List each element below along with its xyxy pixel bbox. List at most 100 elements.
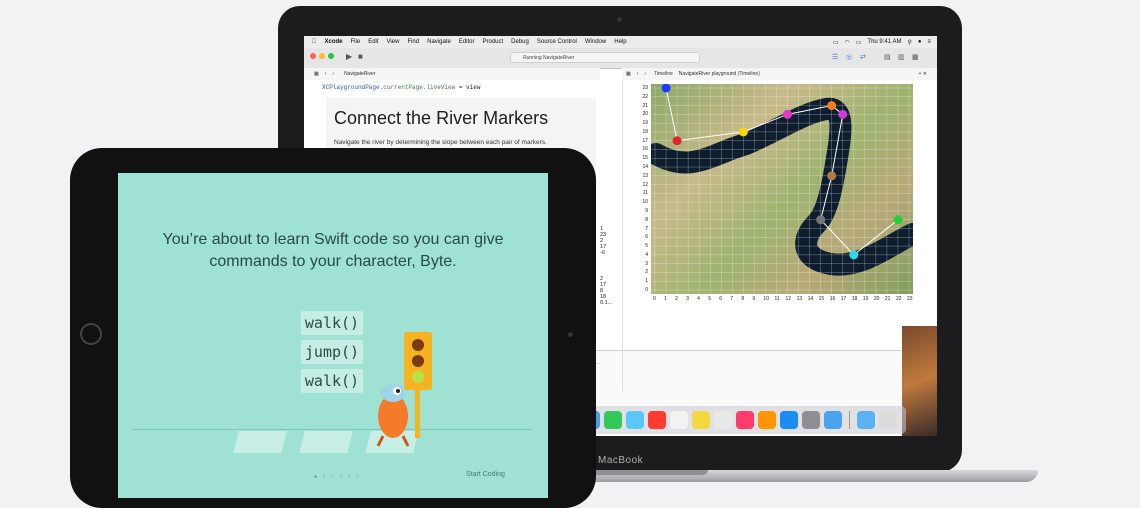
- editor-version-icon[interactable]: ⇄: [860, 53, 866, 61]
- command-walk[interactable]: walk(): [301, 311, 363, 335]
- grid-icon[interactable]: ▦: [626, 71, 631, 77]
- river-marker[interactable]: [827, 171, 837, 181]
- navigator-toggle-icon[interactable]: ▤: [884, 53, 891, 61]
- airplay-icon[interactable]: ▭: [833, 39, 839, 46]
- system-preferences-icon[interactable]: [802, 411, 820, 429]
- river-marker[interactable]: [783, 109, 793, 119]
- y-tick-label: 4: [645, 251, 648, 258]
- battery-icon[interactable]: ▭: [856, 39, 862, 46]
- menu-clock[interactable]: Thu 9:41 AM: [867, 39, 901, 45]
- menu-navigate[interactable]: Navigate: [427, 39, 451, 45]
- menu-source-control[interactable]: Source Control: [537, 39, 577, 45]
- river-marker[interactable]: [893, 215, 903, 225]
- menu-window[interactable]: Window: [585, 39, 606, 45]
- playground-crumb[interactable]: NavigateRiver playground (Timeline): [679, 71, 760, 77]
- x-tick-label: 22: [895, 296, 902, 302]
- menu-find[interactable]: Find: [407, 39, 419, 45]
- notes-icon[interactable]: [692, 411, 710, 429]
- search-icon[interactable]: ⚲: [907, 39, 911, 46]
- menu-file[interactable]: File: [351, 39, 361, 45]
- y-tick-label: 7: [645, 225, 648, 232]
- grid-icon[interactable]: ▦: [314, 71, 319, 77]
- back-icon[interactable]: ‹: [325, 71, 327, 77]
- close-button[interactable]: [310, 53, 316, 59]
- facetime-icon[interactable]: [604, 411, 622, 429]
- command-walk[interactable]: walk(): [301, 369, 363, 393]
- minimize-button[interactable]: [319, 53, 325, 59]
- river-marker[interactable]: [816, 215, 826, 225]
- left-jump-crumb[interactable]: NavigateRiver: [344, 71, 375, 77]
- code-token: = view: [455, 84, 481, 91]
- x-axis-labels: 0 1 2 3 4 5 6 7 8 9 10 11 12 13 14 15 16 17 18 19 20 21 22 23: [651, 296, 913, 304]
- menu-editor[interactable]: Editor: [459, 39, 475, 45]
- desktop-wallpaper: [902, 326, 937, 436]
- calendar-icon[interactable]: [670, 411, 688, 429]
- app-store-icon[interactable]: [780, 411, 798, 429]
- run-icon[interactable]: ▶: [346, 52, 352, 61]
- stop-icon[interactable]: ■: [358, 52, 363, 61]
- music-icon[interactable]: [736, 411, 754, 429]
- x-tick-label: 2: [675, 296, 678, 302]
- y-tick-label: 19: [642, 120, 648, 127]
- y-tick-label: 9: [645, 207, 648, 214]
- river-plot: [651, 84, 913, 294]
- apple-icon[interactable]: : [312, 39, 317, 45]
- menu-debug[interactable]: Debug: [511, 39, 529, 45]
- x-tick-label: 20: [873, 296, 880, 302]
- back-icon[interactable]: ‹: [637, 71, 639, 77]
- river-marker[interactable]: [849, 250, 859, 260]
- river-marker[interactable]: [827, 101, 837, 111]
- editor-assistant-icon[interactable]: ◎: [846, 53, 852, 61]
- list-icon[interactable]: ≡: [927, 39, 931, 45]
- y-tick-label: 23: [642, 85, 648, 91]
- start-coding-button[interactable]: Start Coding: [466, 471, 505, 478]
- trash-icon[interactable]: [879, 411, 897, 429]
- menu-view[interactable]: View: [387, 39, 400, 45]
- keynote-icon[interactable]: [714, 411, 732, 429]
- inspector-toggle-icon[interactable]: ▦: [912, 53, 919, 61]
- user-icon[interactable]: ●: [918, 39, 922, 45]
- ipad-camera: [568, 332, 573, 337]
- xcode-toolbar: ▶ ■ Running NavigateRiver ☰ ◎ ⇄ ▤ ▥ ▦: [304, 48, 937, 69]
- prose-title: Connect the River Markers: [334, 108, 549, 128]
- debug-toggle-icon[interactable]: ▥: [898, 53, 905, 61]
- menu-xcode[interactable]: Xcode: [325, 39, 343, 45]
- macbook-label: MacBook: [598, 455, 644, 466]
- photos-icon[interactable]: [648, 411, 666, 429]
- zoom-button[interactable]: [328, 53, 334, 59]
- forward-icon[interactable]: ›: [644, 71, 646, 77]
- code-token: currentPage: [383, 84, 423, 91]
- river-marker[interactable]: [672, 136, 682, 146]
- menu-help[interactable]: Help: [614, 39, 626, 45]
- downloads-folder-icon[interactable]: [857, 411, 875, 429]
- menu-product[interactable]: Product: [482, 39, 503, 45]
- timeline-crumb[interactable]: Timeline: [654, 71, 673, 77]
- macbook-camera: [617, 17, 622, 22]
- river-marker[interactable]: [838, 109, 848, 119]
- menu-edit[interactable]: Edit: [368, 39, 378, 45]
- home-button[interactable]: [80, 323, 102, 345]
- code-line[interactable]: XCPlaygroundPage.currentPage.liveView = …: [322, 84, 480, 91]
- x-tick-label: 6: [719, 296, 723, 302]
- command-jump[interactable]: jump(): [301, 340, 363, 364]
- river-marker[interactable]: [738, 127, 748, 137]
- x-tick-label: 17: [840, 296, 847, 302]
- y-tick-label: 3: [645, 260, 648, 267]
- books-icon[interactable]: [758, 411, 776, 429]
- ipad-screen: You’re about to learn Swift code so you …: [118, 173, 548, 498]
- wifi-icon[interactable]: ◠: [845, 39, 850, 46]
- page-indicator[interactable]: ● ○ ○ ○ ○ ○: [314, 474, 361, 480]
- menu-extras: ▭ ◠ ▭ Thu 9:41 AM ⚲ ● ≡: [833, 36, 931, 48]
- forward-icon[interactable]: ›: [332, 71, 334, 77]
- editor-standard-icon[interactable]: ☰: [832, 53, 838, 61]
- add-icon[interactable]: + ✕: [919, 71, 928, 77]
- messages-icon[interactable]: [626, 411, 644, 429]
- river-marker[interactable]: [661, 84, 671, 93]
- y-tick-label: 18: [642, 128, 648, 135]
- result-value[interactable]: 0.1...: [600, 300, 622, 306]
- code-token: liveView: [426, 84, 456, 91]
- debug-divider: [622, 351, 623, 391]
- y-tick-label: 22: [642, 93, 648, 100]
- xcode-icon[interactable]: [824, 411, 842, 429]
- river-map[interactable]: [651, 84, 913, 294]
